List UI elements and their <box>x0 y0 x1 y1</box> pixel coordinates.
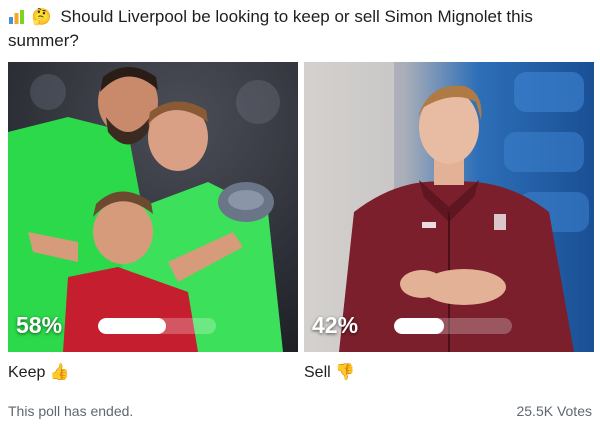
keep-option-label[interactable]: Keep 👍 <box>8 362 70 382</box>
thumbs-down-icon: 👎 <box>335 364 356 381</box>
bar-chart-icon <box>8 8 25 30</box>
sell-progress-fill <box>394 317 444 334</box>
keep-result: 58% <box>16 312 216 339</box>
poll-option-keep[interactable]: 58% <box>8 62 298 352</box>
sell-result: 42% <box>312 312 512 339</box>
poll-status: This poll has ended. <box>8 403 134 419</box>
sell-label: Sell <box>304 364 331 381</box>
keep-label: Keep <box>8 364 46 381</box>
poll-question: 🤔 Should Liverpool be looking to keep or… <box>8 6 592 52</box>
question-text: Should Liverpool be looking to keep or s… <box>8 7 533 50</box>
sell-option-label[interactable]: Sell 👎 <box>304 362 355 382</box>
sell-progress-bar <box>394 317 512 334</box>
thinking-face-icon: 🤔 <box>31 9 52 26</box>
keep-percent: 58% <box>16 312 63 338</box>
poll-option-sell[interactable]: 42% <box>304 62 594 352</box>
sell-photo <box>304 62 594 352</box>
vote-count: 25.5K Votes <box>516 403 592 419</box>
keep-progress-bar <box>98 317 216 334</box>
sell-percent: 42% <box>312 312 359 338</box>
thumbs-up-icon: 👍 <box>49 364 70 381</box>
keep-progress-fill <box>98 317 167 334</box>
keep-photo <box>8 62 298 352</box>
